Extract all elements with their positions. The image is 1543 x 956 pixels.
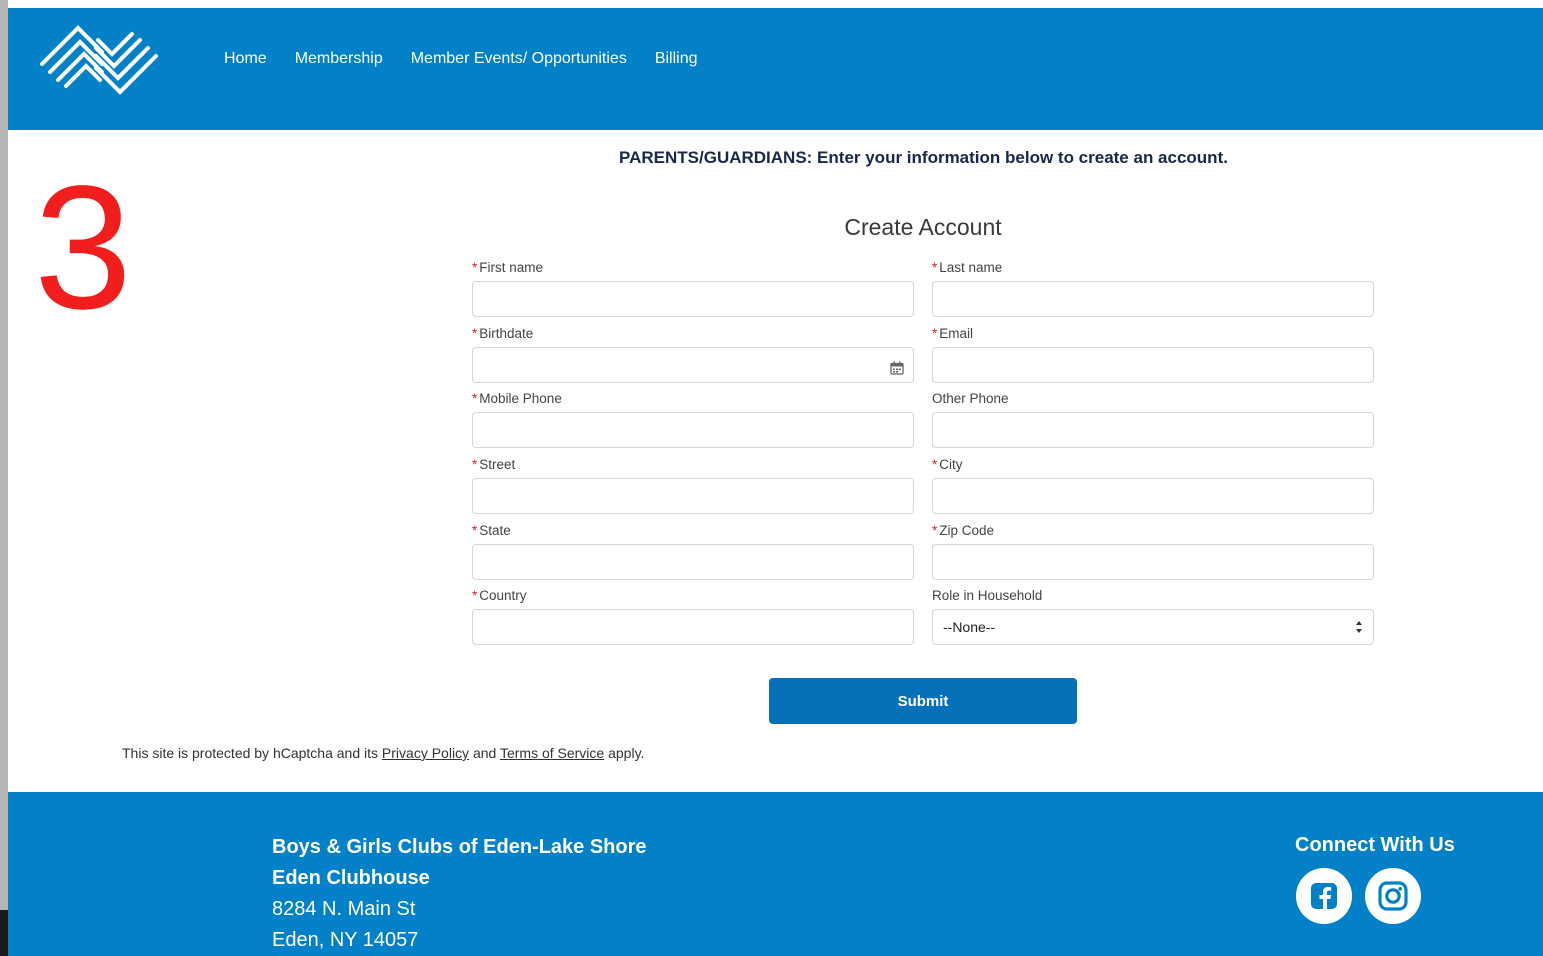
terms-of-service-link[interactable]: Terms of Service — [500, 745, 604, 761]
site-footer: Boys & Girls Clubs of Eden-Lake Shore Ed… — [8, 792, 1543, 956]
form-title: Create Account — [844, 214, 1002, 240]
main-nav: Home Membership Member Events/ Opportuni… — [224, 50, 698, 68]
birthdate-label: * Birthdate — [472, 326, 534, 341]
required-marker: * — [472, 523, 478, 538]
required-marker: * — [932, 523, 938, 538]
mobile-phone-label: * Mobile Phone — [472, 391, 562, 406]
street-input[interactable] — [472, 478, 914, 514]
required-marker: * — [472, 260, 478, 275]
submit-button[interactable]: Submit — [769, 678, 1077, 724]
role-select-value: --None-- — [943, 619, 996, 635]
instagram-icon[interactable] — [1365, 868, 1421, 924]
window-left-border-dark — [0, 910, 8, 956]
first-name-field-group: * First name — [472, 260, 914, 317]
page-frame: Home Membership Member Events/ Opportuni… — [0, 0, 1543, 956]
nav-member-events[interactable]: Member Events/ Opportunities — [411, 50, 627, 68]
logo-hands-icon[interactable] — [36, 20, 162, 100]
mobile-phone-input[interactable] — [472, 412, 914, 448]
last-name-field-group: * Last name — [932, 260, 1374, 317]
select-arrows-icon — [1356, 621, 1362, 633]
mobile-phone-field-group: * Mobile Phone — [472, 391, 914, 448]
zip-label: * Zip Code — [932, 523, 995, 538]
window-left-border — [0, 0, 8, 956]
birthdate-input-wrap — [472, 347, 914, 383]
required-marker: * — [472, 457, 478, 472]
required-marker: * — [932, 457, 938, 472]
required-marker: * — [932, 326, 938, 341]
city-input[interactable] — [932, 478, 1374, 514]
footer-org-name: Boys & Girls Clubs of Eden-Lake Shore — [272, 836, 647, 858]
other-phone-input[interactable] — [932, 412, 1374, 448]
facebook-icon[interactable] — [1296, 868, 1352, 924]
email-input[interactable] — [932, 347, 1374, 383]
street-label: * Street — [472, 457, 516, 472]
city-field-group: * City — [932, 457, 1374, 514]
intro-heading: PARENTS/GUARDIANS: Enter your informatio… — [619, 148, 1228, 167]
required-marker: * — [472, 326, 478, 341]
role-label: Role in Household — [932, 588, 1043, 603]
footer-city: Eden, NY 14057 — [272, 929, 419, 951]
required-marker: * — [472, 588, 478, 603]
email-field-group: * Email — [932, 326, 1374, 383]
footer-clubhouse: Eden Clubhouse — [272, 867, 430, 889]
street-field-group: * Street — [472, 457, 914, 514]
role-select[interactable]: --None-- — [932, 609, 1374, 645]
state-label: * State — [472, 523, 511, 538]
other-phone-label: Other Phone — [932, 391, 1009, 406]
city-label: * City — [932, 457, 963, 472]
last-name-input[interactable] — [932, 281, 1374, 317]
role-field-group: Role in Household --None-- — [932, 588, 1374, 645]
first-name-input[interactable] — [472, 281, 914, 317]
connect-heading: Connect With Us — [1295, 834, 1455, 856]
birthdate-input[interactable] — [472, 347, 914, 383]
required-marker: * — [932, 260, 938, 275]
site-header: Home Membership Member Events/ Opportuni… — [8, 8, 1543, 130]
first-name-label: * First name — [472, 260, 544, 275]
email-label: * Email — [932, 326, 974, 341]
zip-field-group: * Zip Code — [932, 523, 1374, 580]
nav-billing[interactable]: Billing — [655, 50, 698, 68]
last-name-label: * Last name — [932, 260, 1003, 275]
other-phone-field-group: Other Phone — [932, 391, 1374, 448]
state-input[interactable] — [472, 544, 914, 580]
privacy-policy-link[interactable]: Privacy Policy — [382, 745, 469, 761]
required-marker: * — [472, 391, 478, 406]
state-field-group: * State — [472, 523, 914, 580]
calendar-icon[interactable] — [890, 361, 904, 375]
country-label: * Country — [472, 588, 527, 603]
zip-input[interactable] — [932, 544, 1374, 580]
top-strip — [8, 0, 1543, 8]
captcha-notice: This site is protected by hCaptcha and i… — [122, 745, 645, 761]
nav-membership[interactable]: Membership — [295, 50, 383, 68]
country-field-group: * Country — [472, 588, 914, 645]
footer-street: 8284 N. Main St — [272, 898, 416, 920]
country-input[interactable] — [472, 609, 914, 645]
step-number-overlay: 3 — [34, 150, 132, 346]
birthdate-field-group: * Birthdate — [472, 326, 914, 383]
nav-home[interactable]: Home — [224, 50, 267, 68]
